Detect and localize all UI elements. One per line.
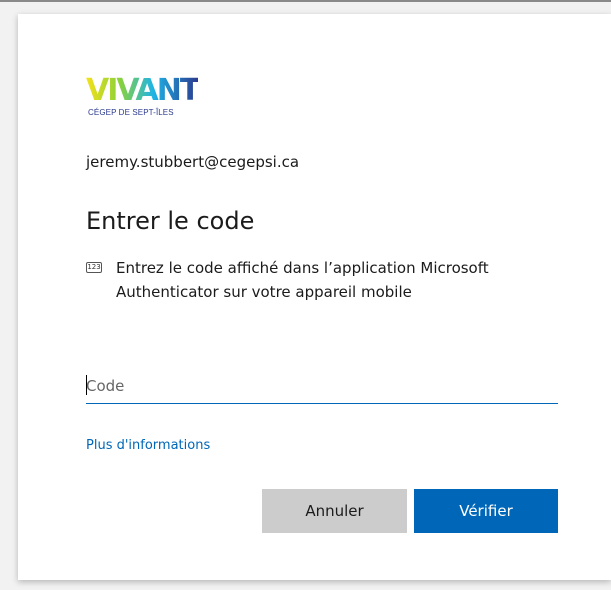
page-title: Entrer le code xyxy=(86,207,255,235)
code-input[interactable] xyxy=(86,369,558,404)
window-top-border xyxy=(0,0,611,2)
instructions-text: Entrez le code affiché dans l’applicatio… xyxy=(116,259,489,301)
verify-button[interactable]: Vérifier xyxy=(414,489,558,533)
numeric-code-icon: 123 xyxy=(86,262,102,273)
account-email: jeremy.stubbert@cegepsi.ca xyxy=(86,153,300,171)
text-caret xyxy=(86,375,87,395)
more-info-link[interactable]: Plus d'informations xyxy=(86,438,210,453)
logo-subtitle: CÉGEP DE SEPT-ÎLES xyxy=(88,108,174,117)
vivant-logo: VIVANT CÉGEP DE SEPT-ÎLES xyxy=(86,74,226,130)
cancel-button[interactable]: Annuler xyxy=(262,489,407,533)
logo-wordmark: VIVANT xyxy=(86,73,200,108)
sign-in-card: VIVANT CÉGEP DE SEPT-ÎLES jeremy.stubber… xyxy=(18,14,611,580)
